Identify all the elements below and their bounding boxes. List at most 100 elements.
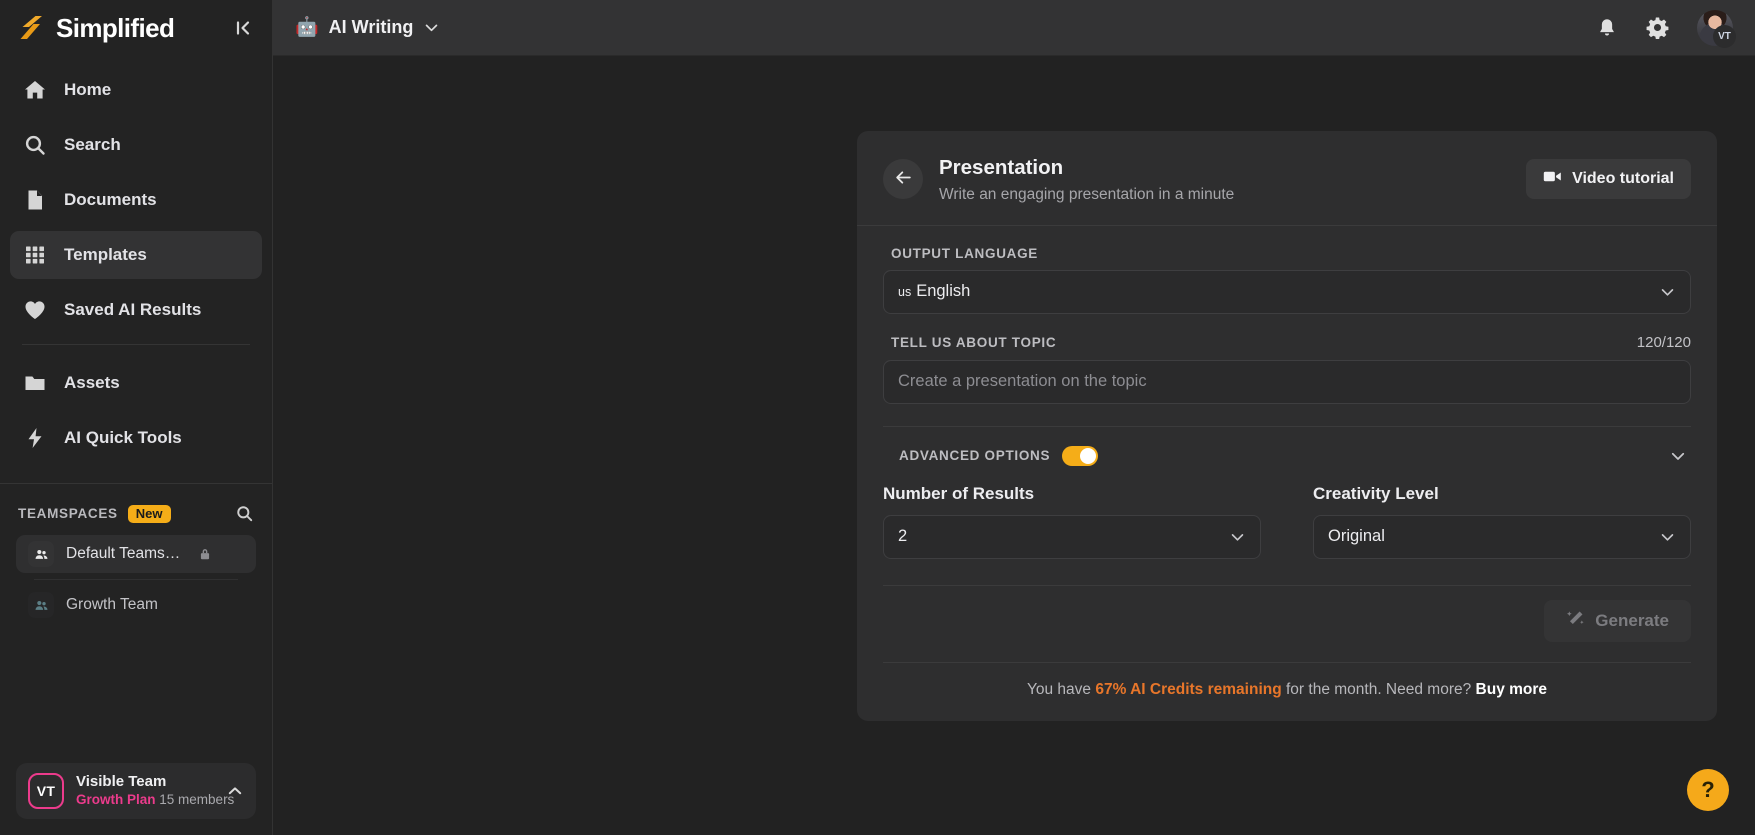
video-camera-icon xyxy=(1543,169,1562,189)
teamspaces-new-badge: New xyxy=(127,504,171,523)
simplified-logo-icon xyxy=(16,13,46,43)
creativity-level-select[interactable]: Original xyxy=(1313,514,1691,559)
sidebar-logo-row: Simplified xyxy=(0,0,272,56)
sidebar: Simplified Home Search Documents Templat… xyxy=(0,0,273,835)
document-icon xyxy=(22,187,48,213)
page-subtitle: Write an engaging presentation in a minu… xyxy=(939,185,1235,203)
topbar-actions: VT xyxy=(1596,9,1736,48)
advanced-options-toggle[interactable] xyxy=(1062,445,1099,466)
header-divider xyxy=(857,224,1717,226)
sidebar-item-documents[interactable]: Documents xyxy=(10,176,262,224)
user-plan-line: Growth Plan 15 members xyxy=(76,791,234,808)
chevron-down-icon xyxy=(1659,283,1676,300)
topic-input[interactable] xyxy=(883,359,1691,404)
number-of-results-field: Number of Results 2 xyxy=(883,484,1261,559)
generate-button[interactable]: Generate xyxy=(1544,599,1691,642)
teamspaces-title: TEAMSPACES xyxy=(18,506,118,521)
sidebar-item-label: AI Quick Tools xyxy=(64,428,182,447)
output-language-value: English xyxy=(916,282,971,301)
home-icon xyxy=(22,77,48,103)
avatar-team-badge: VT xyxy=(1713,24,1736,48)
topic-char-counter: 120/120 xyxy=(1636,333,1691,351)
number-of-results-label: Number of Results xyxy=(883,483,1035,503)
sidebar-item-ai-quick-tools[interactable]: AI Quick Tools xyxy=(10,414,262,462)
search-icon xyxy=(22,132,48,158)
content-canvas: Presentation Write an engaging presentat… xyxy=(273,56,1755,835)
card-header-text: Presentation Write an engaging presentat… xyxy=(939,156,1235,203)
user-team-name: Visible Team xyxy=(76,773,167,791)
chevron-down-icon[interactable] xyxy=(423,19,440,36)
generate-label: Generate xyxy=(1595,610,1669,630)
number-of-results-select[interactable]: 2 xyxy=(883,514,1261,559)
sidebar-item-templates[interactable]: Templates xyxy=(10,231,262,279)
help-button[interactable]: ? xyxy=(1687,769,1729,811)
sidebar-item-label: Search xyxy=(64,135,121,154)
sidebar-item-label: Documents xyxy=(64,190,157,209)
topic-label: TELL US ABOUT TOPIC xyxy=(891,334,1057,350)
sidebar-item-label: Saved AI Results xyxy=(64,300,202,319)
arrow-left-icon xyxy=(894,168,913,190)
card-header: Presentation Write an engaging presentat… xyxy=(857,131,1717,203)
grid-icon xyxy=(22,242,48,268)
user-members: 15 members xyxy=(159,791,235,807)
gear-icon[interactable] xyxy=(1646,16,1669,39)
user-avatar[interactable]: VT xyxy=(1697,9,1736,48)
output-language-select[interactable]: us English xyxy=(883,269,1691,314)
creativity-level-value: Original xyxy=(1328,527,1385,546)
card-body: OUTPUT LANGUAGE us English TELL US ABOUT… xyxy=(857,246,1717,699)
sidebar-nav: Home Search Documents Templates Saved AI… xyxy=(0,56,272,469)
teamspace-item-growth[interactable]: Growth Team xyxy=(16,586,256,624)
user-plan: Growth Plan xyxy=(76,791,156,807)
teamspaces-header: TEAMSPACES New xyxy=(0,484,272,533)
sidebar-item-label: Assets xyxy=(64,373,120,392)
brand-name: Simplified xyxy=(56,13,175,43)
sidebar-item-label: Home xyxy=(64,80,112,99)
credits-prefix: You have xyxy=(1026,680,1096,698)
sidebar-item-saved-ai-results[interactable]: Saved AI Results xyxy=(10,286,262,334)
chevron-up-icon[interactable] xyxy=(226,782,244,800)
topic-label-row: TELL US ABOUT TOPIC 120/120 xyxy=(883,334,1691,351)
app-root: Simplified Home Search Documents Templat… xyxy=(0,0,1755,835)
teamspace-separator xyxy=(34,579,238,580)
teamspace-item-default[interactable]: Default Teams… xyxy=(16,535,256,573)
advanced-options-row: ADVANCED OPTIONS xyxy=(883,427,1691,466)
bell-icon[interactable] xyxy=(1596,17,1618,39)
folder-icon xyxy=(22,370,48,396)
buy-more-link[interactable]: Buy more xyxy=(1476,681,1548,698)
generate-row: Generate xyxy=(883,586,1691,642)
toggle-knob xyxy=(1080,447,1097,464)
lightning-icon xyxy=(22,425,48,451)
credits-highlight: 67% AI Credits remaining xyxy=(1095,680,1282,698)
teamspace-label: Growth Team xyxy=(66,596,158,613)
user-team-card[interactable]: VT Visible Team Growth Plan 15 members xyxy=(16,763,256,819)
sidebar-item-label: Templates xyxy=(64,245,147,264)
chevron-down-icon[interactable] xyxy=(1669,447,1687,465)
people-icon xyxy=(28,592,54,618)
video-tutorial-label: Video tutorial xyxy=(1572,170,1674,187)
robot-icon: 🤖 xyxy=(295,17,319,38)
topbar: 🤖 AI Writing VT xyxy=(273,0,1755,56)
page-title: Presentation xyxy=(939,156,1064,179)
back-button[interactable] xyxy=(883,159,923,199)
people-icon xyxy=(28,541,54,567)
sidebar-item-search[interactable]: Search xyxy=(10,121,262,169)
credits-note: You have 67% AI Credits remaining for th… xyxy=(883,663,1691,699)
video-tutorial-button[interactable]: Video tutorial xyxy=(1526,159,1691,199)
heart-icon xyxy=(22,297,48,323)
collapse-sidebar-icon[interactable] xyxy=(228,13,258,43)
creativity-level-label: Creativity Level xyxy=(1313,483,1439,503)
chevron-down-icon xyxy=(1659,528,1676,545)
teamspaces-search-icon[interactable] xyxy=(235,504,254,523)
credits-middle: for the month. Need more? xyxy=(1281,680,1476,698)
main-area: 🤖 AI Writing VT Presentation Write an en… xyxy=(273,0,1755,835)
teamspaces-list: Default Teams… Growth Team xyxy=(0,533,272,626)
app-switcher[interactable]: 🤖 AI Writing xyxy=(295,17,440,38)
chevron-down-icon xyxy=(1229,528,1246,545)
lock-icon xyxy=(198,547,212,561)
avatar: VT xyxy=(28,773,64,809)
sidebar-item-home[interactable]: Home xyxy=(10,66,262,114)
sidebar-divider xyxy=(22,344,250,345)
number-of-results-value: 2 xyxy=(898,527,908,546)
sidebar-item-assets[interactable]: Assets xyxy=(10,359,262,407)
